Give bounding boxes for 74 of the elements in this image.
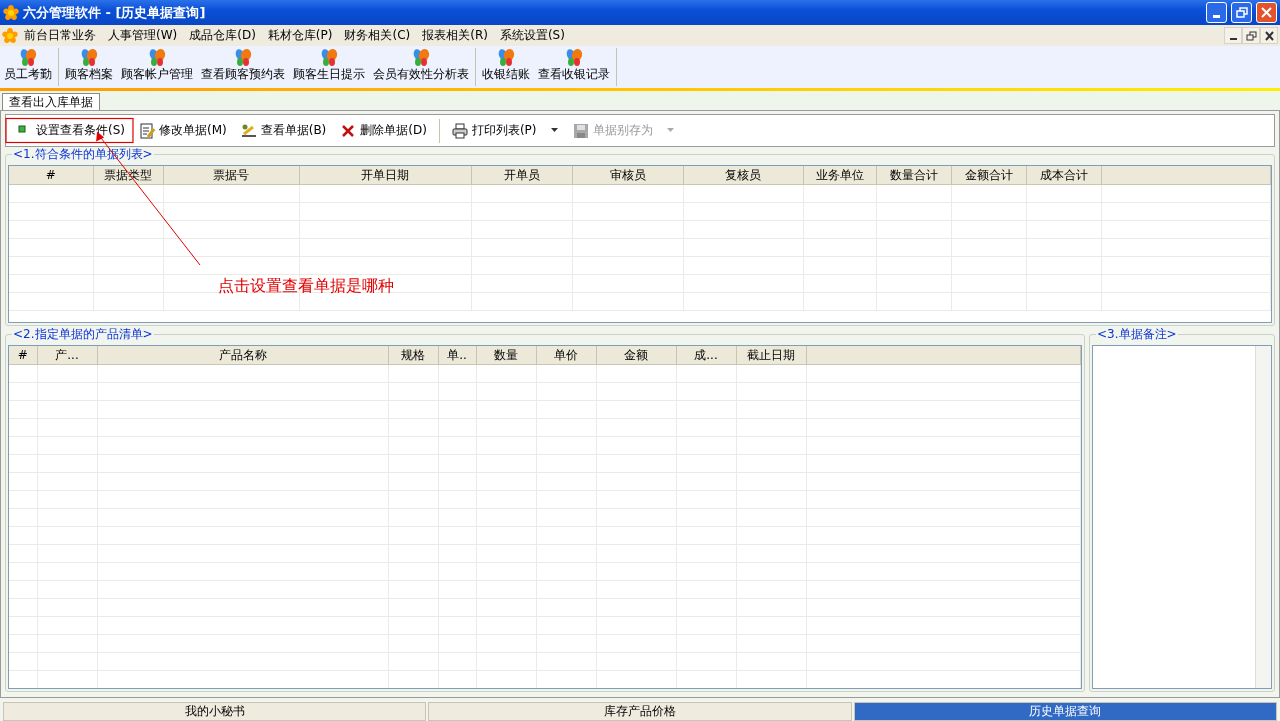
delete-icon [340,122,357,139]
column-header[interactable]: 单.. [438,346,476,364]
group-title: <2.指定单据的产品清单> [12,327,154,342]
menu-item[interactable]: 前台日常业务 [18,26,102,45]
tab[interactable]: 我的小秘书 [3,702,427,721]
flower-icon [3,4,19,21]
toolbar-button[interactable]: 删除单据(D) [334,120,433,141]
butterfly-icon [18,48,38,67]
annotation-text: 点击设置查看单据是哪种 [218,276,394,296]
menu-item[interactable]: 成品仓库(D) [183,26,262,45]
restore-button[interactable] [1242,27,1260,44]
minimize-button[interactable] [1224,27,1242,44]
butterfly-icon [79,48,99,67]
column-header[interactable]: 开单日期 [299,166,471,184]
toolbar-button[interactable]: 打印列表(P) [445,120,543,141]
butterfly-icon [411,48,431,67]
menu-item[interactable]: 报表相关(R) [416,26,494,45]
toolbar-button[interactable]: 顾客生日提示 [289,48,369,86]
toolbar-button[interactable]: 查看收银记录 [534,48,614,86]
printer-icon [451,122,468,139]
column-header[interactable]: 规格 [388,346,438,364]
pen-icon [240,122,257,139]
column-header[interactable]: 复核员 [683,166,803,184]
column-header[interactable]: 业务单位 [803,166,876,184]
close-button[interactable] [1260,27,1278,44]
butterfly-icon [564,48,584,67]
tab[interactable]: 历史单据查询 [853,702,1277,721]
column-header[interactable]: 产... [37,346,97,364]
minimize-icon [1213,15,1220,18]
butterfly-icon [147,48,167,67]
floppy-icon [572,122,589,139]
column-header[interactable]: 金额合计 [951,166,1026,184]
toolbar-button[interactable]: 会员有效性分析表 [369,48,473,86]
flower-icon [2,27,18,44]
toolbar-button[interactable]: 查看单据(B) [234,120,333,141]
column-header[interactable]: # [9,166,93,184]
butterfly-icon [319,48,339,67]
column-header[interactable]: 数量 [476,346,536,364]
minimize-icon [1229,38,1237,40]
butterfly-icon [496,48,516,67]
tab[interactable]: 库存产品价格 [428,702,852,721]
menu-item[interactable]: 财务相关(C) [338,26,417,45]
column-header[interactable]: 产品名称 [97,346,388,364]
toolbar-button[interactable]: 修改单据(M) [133,120,233,141]
column-header[interactable]: # [9,346,37,364]
column-header[interactable]: 成... [676,346,736,364]
toolbar-button[interactable]: 员工考勤 [0,48,56,86]
restore-icon [1243,28,1259,43]
scrollbar[interactable] [1255,346,1271,688]
column-header[interactable]: 审核员 [572,166,683,184]
column-header[interactable]: 开单员 [471,166,572,184]
close-icon [1259,5,1274,20]
butterfly-icon [233,48,253,67]
column-header[interactable]: 单价 [536,346,596,364]
menu-item[interactable]: 系统设置(S) [493,26,571,45]
toolbar-button[interactable]: 顾客帐户管理 [117,48,197,86]
toolbar-button[interactable]: 顾客档案 [61,48,117,86]
menu-item[interactable]: 耗材仓库(P) [261,26,339,45]
menu-item[interactable]: 人事管理(W) [102,26,184,45]
toolbar-button[interactable]: 查看顾客预约表 [197,48,289,86]
group-title: <3.单据备注> [1096,327,1178,342]
tab[interactable]: 查看出入库单据 [2,92,100,110]
column-header[interactable]: 金额 [596,346,676,364]
column-header[interactable]: 成本合计 [1026,166,1101,184]
document-edit-icon [139,122,155,139]
column-header[interactable]: 票据类型 [93,166,163,184]
restore-icon [1234,5,1249,20]
notes-field[interactable] [1092,345,1272,689]
column-header[interactable]: 数量合计 [876,166,951,184]
toolbar-button[interactable]: 收银结账 [478,48,534,86]
column-header[interactable]: 票据号 [163,166,299,184]
window-title: 六分管理软件 - [历史单据查询] [23,4,206,21]
caret-icon[interactable] [550,127,559,134]
column-header[interactable]: 截止日期 [736,346,806,364]
